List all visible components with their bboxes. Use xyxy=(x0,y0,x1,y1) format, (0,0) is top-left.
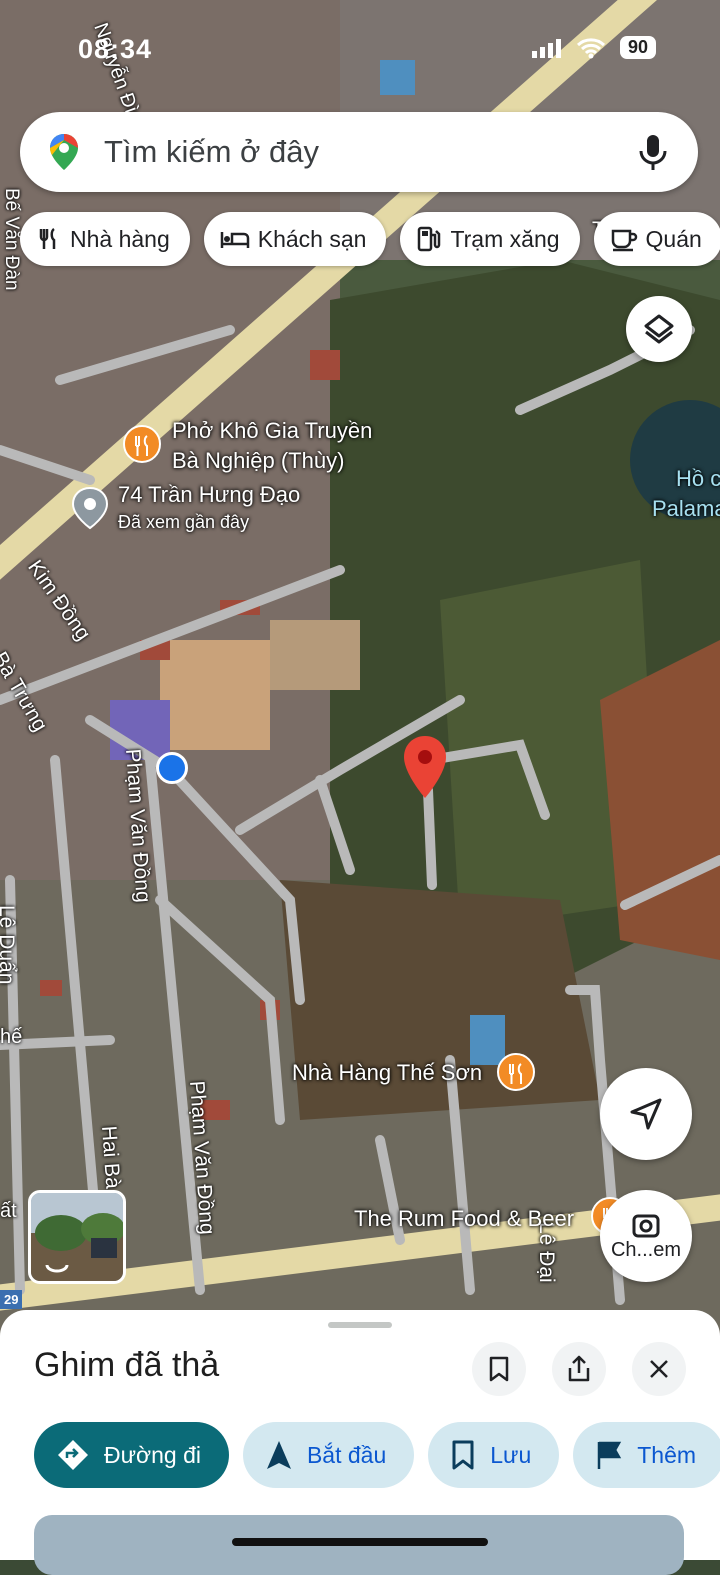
recenter-button[interactable] xyxy=(600,1068,692,1160)
poi-marker[interactable] xyxy=(122,424,162,473)
chip-cafe[interactable]: Quán xyxy=(593,212,720,266)
navigation-arrow-icon xyxy=(266,1441,291,1469)
navigation-arrow-icon xyxy=(630,1098,662,1130)
category-chips: Nhà hàng Khách sạn Trạm xăng Quán xyxy=(20,212,720,266)
chip-hotels[interactable]: Khách sạn xyxy=(203,212,387,266)
restaurant-pin-icon xyxy=(123,425,161,463)
dropped-pin[interactable] xyxy=(402,734,448,805)
red-pin-icon xyxy=(404,736,446,798)
status-bar: 08:34 90 xyxy=(0,28,720,72)
street-label: Hai Bà xyxy=(97,1125,125,1190)
street-label: hế xyxy=(0,1026,23,1048)
bookmark-icon xyxy=(452,1440,474,1470)
sheet-drag-handle[interactable] xyxy=(328,1322,392,1328)
poi-label[interactable]: 74 Trần Hưng Đạo xyxy=(118,482,300,508)
lens-button[interactable]: Ch...em xyxy=(600,1190,692,1282)
current-location-dot xyxy=(156,752,188,784)
map-view[interactable]: Nguyễn Đình Chiểu Kim Đồng Phạm Văn Đồng… xyxy=(0,0,720,1340)
layers-icon xyxy=(644,314,674,344)
microphone-icon[interactable] xyxy=(636,132,670,172)
road-number-badge: 29 xyxy=(0,1290,23,1309)
street-view-thumbnail[interactable] xyxy=(28,1190,126,1284)
close-button[interactable] xyxy=(632,1342,686,1396)
directions-button[interactable]: Đường đi xyxy=(34,1422,229,1488)
bookmark-icon xyxy=(489,1356,509,1382)
save-icon-button[interactable] xyxy=(472,1342,526,1396)
save-button[interactable]: Lưu xyxy=(428,1422,560,1488)
chip-label: Khách sạn xyxy=(257,225,367,252)
status-time: 08:34 xyxy=(78,34,153,64)
street-label: Bế Văn Đàn xyxy=(1,188,22,291)
maps-logo-icon xyxy=(50,134,78,170)
poi-label[interactable]: Phở Khô Gia Truyền xyxy=(172,418,372,444)
recent-pin-icon xyxy=(71,486,109,530)
layers-button[interactable] xyxy=(626,296,692,362)
add-button[interactable]: Thêm xyxy=(573,1422,720,1488)
sheet-actions: Đường đi Bắt đầu Lưu Thêm xyxy=(34,1422,720,1488)
chip-gas[interactable]: Trạm xăng xyxy=(400,212,580,266)
directions-icon xyxy=(58,1440,88,1470)
start-button[interactable]: Bắt đầu xyxy=(242,1422,415,1488)
action-label: Lưu xyxy=(490,1441,532,1468)
share-button[interactable] xyxy=(552,1342,606,1396)
signal-icon xyxy=(531,38,561,58)
gas-pump-icon xyxy=(418,226,441,252)
close-icon xyxy=(650,1360,668,1378)
bed-icon xyxy=(220,232,249,248)
street-label: ất xyxy=(0,1200,17,1222)
chip-restaurants[interactable]: Nhà hàng xyxy=(20,212,190,266)
poi-label[interactable]: The Rum Food & Beer xyxy=(354,1206,574,1232)
coffee-cup-icon xyxy=(611,229,637,252)
poi-label[interactable]: Nhà Hàng Thế Sơn xyxy=(292,1060,482,1086)
fork-knife-icon xyxy=(39,227,56,249)
lens-label: Ch...em xyxy=(610,1238,682,1261)
recent-place-marker[interactable] xyxy=(70,486,110,535)
action-label: Đường đi xyxy=(104,1441,201,1468)
poi-sublabel: Đã xem gần đây xyxy=(118,512,250,532)
chip-label: Nhà hàng xyxy=(70,225,170,252)
camera-search-icon xyxy=(632,1214,660,1237)
place-sheet[interactable]: Ghim đã thả Đường đi Bắt đầu Lưu Thêm xyxy=(0,1310,720,1575)
flag-icon xyxy=(598,1441,622,1469)
street-photo-icon xyxy=(31,1193,123,1281)
search-bar[interactable]: Tìm kiếm ở đây xyxy=(20,112,698,192)
share-icon xyxy=(568,1355,590,1382)
lake-label: Palama xyxy=(652,496,720,521)
action-label: Thêm xyxy=(637,1441,697,1468)
action-label: Bắt đầu xyxy=(306,1441,387,1468)
battery-indicator: 90 xyxy=(619,36,656,59)
poi-marker[interactable] xyxy=(496,1052,536,1101)
chip-label: Quán xyxy=(645,225,702,252)
street-label: Lê Duẩn xyxy=(0,905,18,985)
home-indicator[interactable] xyxy=(232,1538,488,1546)
lake-label: Hồ c xyxy=(676,466,720,491)
restaurant-pin-icon xyxy=(497,1053,535,1091)
search-input[interactable]: Tìm kiếm ở đây xyxy=(104,134,636,170)
poi-label[interactable]: Bà Nghiệp (Thùy) xyxy=(172,448,344,474)
sheet-title: Ghim đã thả xyxy=(34,1346,220,1384)
wifi-icon xyxy=(576,37,605,58)
chip-label: Trạm xăng xyxy=(450,225,560,252)
